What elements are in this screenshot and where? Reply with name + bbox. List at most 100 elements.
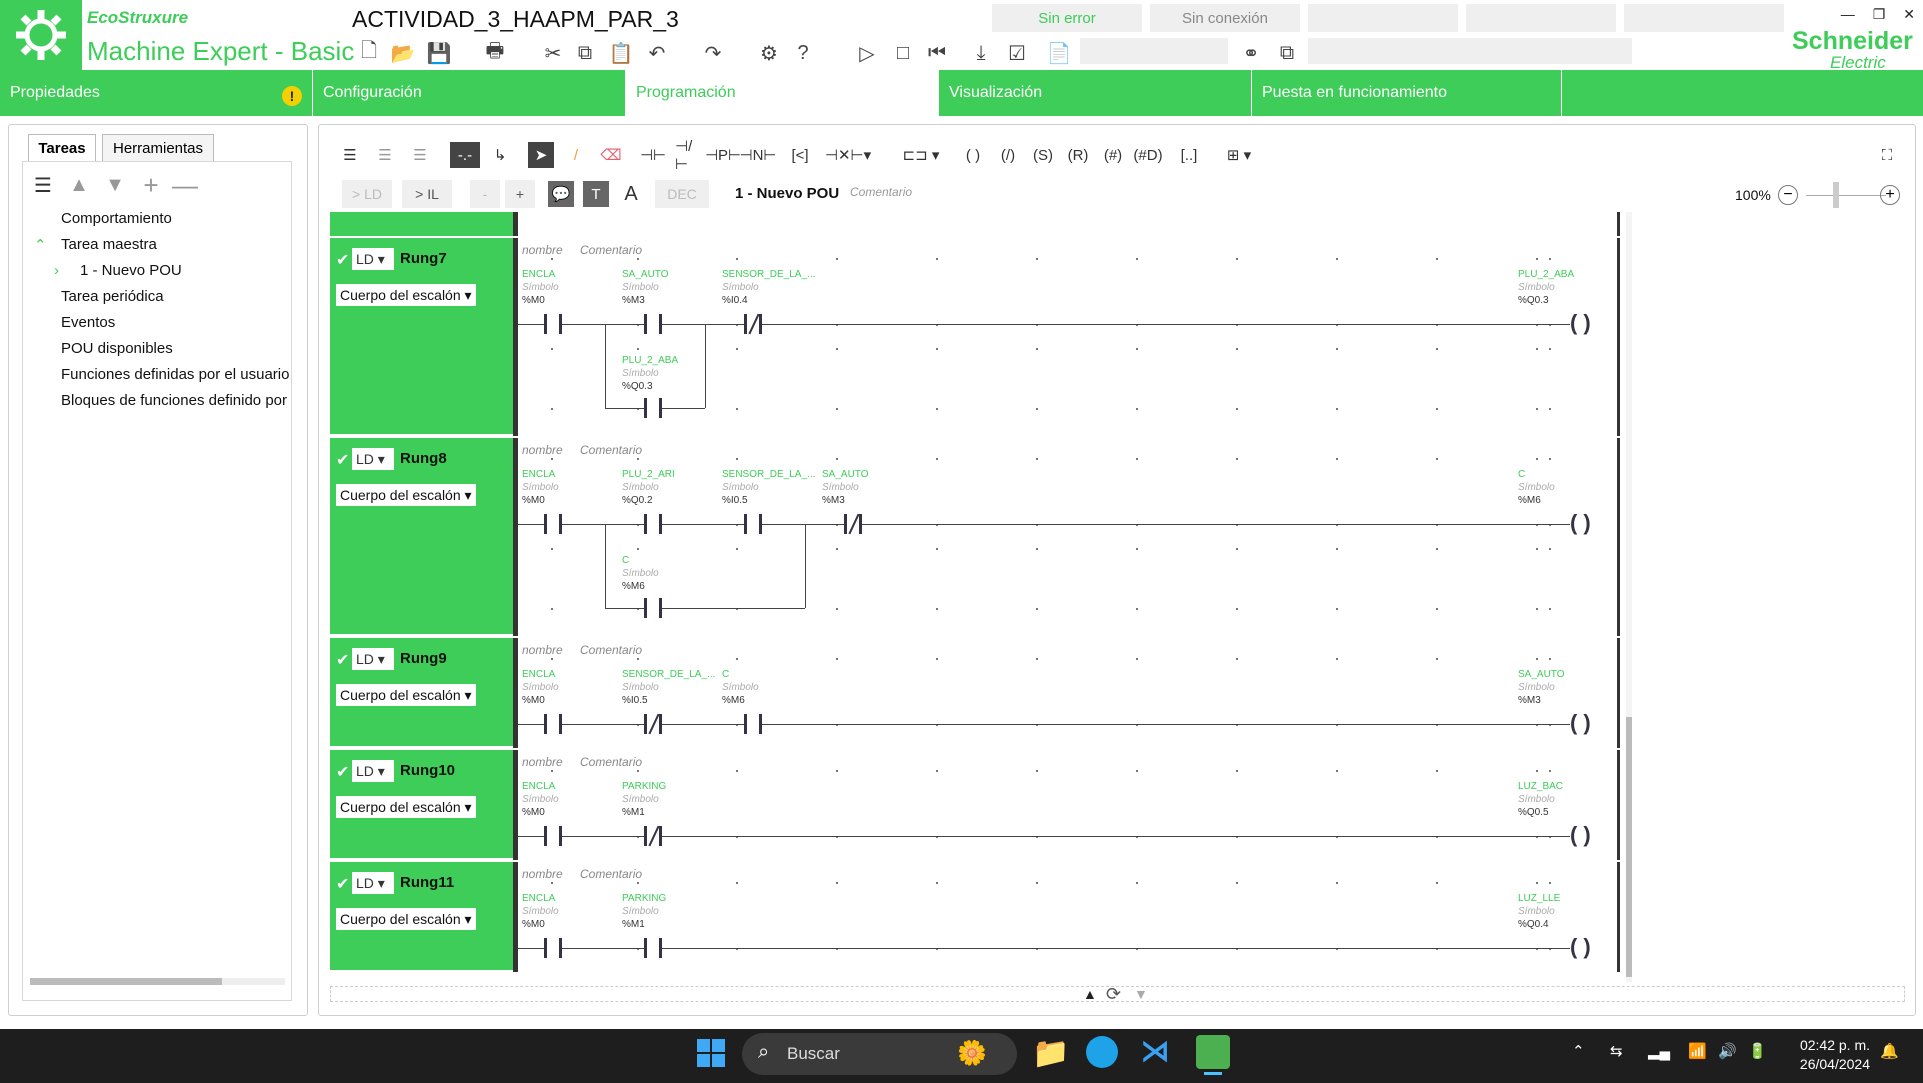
- output-coil[interactable]: (): [1570, 710, 1597, 736]
- vscode-icon[interactable]: ⋊: [1140, 1034, 1170, 1069]
- open-folder-icon[interactable]: 📂: [390, 40, 416, 66]
- tree-item-comportamiento[interactable]: Comportamiento: [61, 210, 172, 227]
- rung-body-select[interactable]: Cuerpo del escalón ▾: [336, 684, 476, 706]
- rung-comment-field[interactable]: Comentario: [580, 755, 642, 769]
- rung-rung10[interactable]: ✔ LD ▾ Rung10 Cuerpo del escalón ▾ nombre Com…: [330, 750, 1620, 860]
- rung-rung7[interactable]: ✔ LD ▾ Rung7 Cuerpo del escalón ▾ nombre Come…: [330, 238, 1620, 436]
- tab-herramientas[interactable]: Herramientas: [102, 134, 214, 162]
- minimize-icon[interactable]: —: [1841, 6, 1855, 23]
- contact-1[interactable]: [644, 938, 662, 958]
- eraser-icon[interactable]: ⌫: [598, 142, 624, 168]
- check-icon[interactable]: ☑: [1004, 40, 1030, 66]
- file-explorer-icon[interactable]: 📁: [1032, 1036, 1069, 1071]
- contact-0[interactable]: [544, 938, 562, 958]
- close-icon[interactable]: ✕: [1903, 6, 1915, 23]
- comment-icon[interactable]: 💬: [548, 181, 574, 207]
- contact-rising-icon[interactable]: ⊣P⊢: [705, 142, 741, 168]
- tree-item-pou-disponibles[interactable]: POU disponibles: [61, 340, 173, 357]
- ladder-diagram[interactable]: ✔ LD ▾ Rung7 Cuerpo del escalón ▾ nombre Come…: [330, 212, 1620, 982]
- wifi-icon[interactable]: 📶: [1688, 1042, 1707, 1060]
- rung-language-select[interactable]: LD ▾: [352, 648, 394, 670]
- contact-1[interactable]: [644, 314, 662, 334]
- text-icon[interactable]: T: [583, 181, 609, 207]
- windows-icon[interactable]: ⧉: [1274, 40, 1300, 66]
- rung-rung9[interactable]: ✔ LD ▾ Rung9 Cuerpo del escalón ▾ nombre Come…: [330, 638, 1620, 748]
- coil-jump-icon[interactable]: (#D): [1133, 142, 1162, 168]
- rung-name-field[interactable]: nombre: [522, 643, 563, 657]
- windows-start-icon[interactable]: [696, 1038, 726, 1068]
- volume-icon[interactable]: 🔊: [1718, 1042, 1737, 1060]
- contact-1[interactable]: [644, 514, 662, 534]
- more-blocks-icon[interactable]: ⊞ ▾: [1216, 142, 1262, 168]
- tree-item-tarea-periodica[interactable]: Tarea periódica: [61, 288, 164, 305]
- chevron-right-icon[interactable]: ›: [54, 262, 59, 279]
- notification-bell-icon[interactable]: 🔔: [1880, 1042, 1899, 1060]
- move-up-icon[interactable]: ▲: [66, 172, 92, 198]
- inline-block-icon[interactable]: ⊣✕⊢▾: [825, 142, 871, 168]
- undo-icon[interactable]: ↶: [644, 40, 670, 66]
- save-icon[interactable]: 💾: [426, 40, 452, 66]
- coil-icon[interactable]: ( ): [960, 142, 986, 168]
- rung-body-select[interactable]: Cuerpo del escalón ▾: [336, 796, 476, 818]
- copy-icon[interactable]: ⧉: [572, 40, 598, 66]
- app-logo-gear-icon[interactable]: [0, 0, 82, 70]
- chevron-up-icon[interactable]: ⌃: [34, 236, 47, 254]
- rewind-icon[interactable]: ⏮: [924, 40, 950, 66]
- download-icon[interactable]: ⤓: [968, 40, 994, 66]
- tree-item-bloques[interactable]: Bloques de funciones definido por: [61, 392, 289, 409]
- rung-body-select[interactable]: Cuerpo del escalón ▾: [336, 284, 476, 306]
- rung-body-select[interactable]: Cuerpo del escalón ▾: [336, 484, 476, 506]
- add-icon[interactable]: +: [138, 170, 164, 200]
- settings-gear-icon[interactable]: ⚙: [756, 40, 782, 66]
- contact-2[interactable]: [744, 514, 762, 534]
- battery-icon[interactable]: 🔋: [1748, 1042, 1767, 1060]
- run-icon[interactable]: ▷: [854, 40, 880, 66]
- zoom-in-icon[interactable]: +: [1880, 185, 1900, 205]
- rung-language-select[interactable]: LD ▾: [352, 872, 394, 894]
- rung-enabled-check-icon[interactable]: ✔: [336, 250, 352, 269]
- output-coil[interactable]: (): [1570, 510, 1597, 536]
- tree-item-tarea-maestra[interactable]: Tarea maestra: [61, 236, 157, 253]
- rung-language-select[interactable]: LD ▾: [352, 248, 394, 270]
- contact-nc-icon[interactable]: ⊣/⊢: [675, 138, 701, 173]
- compare-block-icon[interactable]: [<]: [787, 142, 813, 168]
- connect-icon[interactable]: ⚭: [1238, 40, 1264, 66]
- clock-time[interactable]: 02:42 p. m.: [1790, 1037, 1870, 1053]
- machine-expert-taskbar-icon[interactable]: [1196, 1035, 1230, 1069]
- tab-visualizacion[interactable]: Visualización: [939, 70, 1252, 116]
- warning-icon[interactable]: !: [282, 86, 302, 106]
- rung-name-field[interactable]: nombre: [522, 755, 563, 769]
- tray-transfer-icon[interactable]: ⇆: [1610, 1042, 1623, 1060]
- tab-programacion[interactable]: Programación: [626, 70, 939, 116]
- rung-enabled-check-icon[interactable]: ✔: [336, 762, 352, 781]
- delete-rung-icon[interactable]: ☰: [407, 142, 433, 168]
- tab-propiedades[interactable]: Propiedades: [0, 70, 313, 116]
- fullscreen-icon[interactable]: ⛶: [1874, 142, 1900, 168]
- restore-icon[interactable]: ❐: [1873, 6, 1886, 23]
- scroll-up-icon[interactable]: ▲: [1083, 986, 1097, 1002]
- function-block-icon[interactable]: ⊏⊐ ▾: [898, 142, 944, 168]
- branch-contact[interactable]: [644, 398, 662, 418]
- help-icon[interactable]: ?: [790, 40, 816, 66]
- rung-comment-field[interactable]: Comentario: [580, 243, 642, 257]
- output-coil[interactable]: (): [1570, 310, 1597, 336]
- tree-item-nuevo-pou[interactable]: 1 - Nuevo POU: [80, 262, 182, 279]
- insert-rung-icon[interactable]: ☰: [337, 142, 363, 168]
- dec-button[interactable]: DEC: [655, 180, 709, 208]
- output-coil[interactable]: (): [1570, 934, 1597, 960]
- rung-rung11[interactable]: ✔ LD ▾ Rung11 Cuerpo del escalón ▾ nombre Com…: [330, 862, 1620, 972]
- select-pointer-icon[interactable]: ➤: [528, 142, 554, 168]
- convert-il-button[interactable]: > IL: [402, 180, 452, 208]
- contact-0[interactable]: [544, 314, 562, 334]
- tab-tareas[interactable]: Tareas: [28, 134, 96, 162]
- rung-enabled-check-icon[interactable]: ✔: [336, 650, 352, 669]
- rung-body-select[interactable]: Cuerpo del escalón ▾: [336, 908, 476, 930]
- contact-0[interactable]: [544, 714, 562, 734]
- rung-name-field[interactable]: nombre: [522, 243, 563, 257]
- paste-icon[interactable]: 📋: [608, 40, 634, 66]
- move-down-icon[interactable]: ▼: [102, 172, 128, 198]
- rung-language-select[interactable]: LD ▾: [352, 760, 394, 782]
- contact-2[interactable]: [744, 714, 762, 734]
- draw-line-icon[interactable]: /: [563, 142, 589, 168]
- pou-comment[interactable]: Comentario: [850, 185, 912, 199]
